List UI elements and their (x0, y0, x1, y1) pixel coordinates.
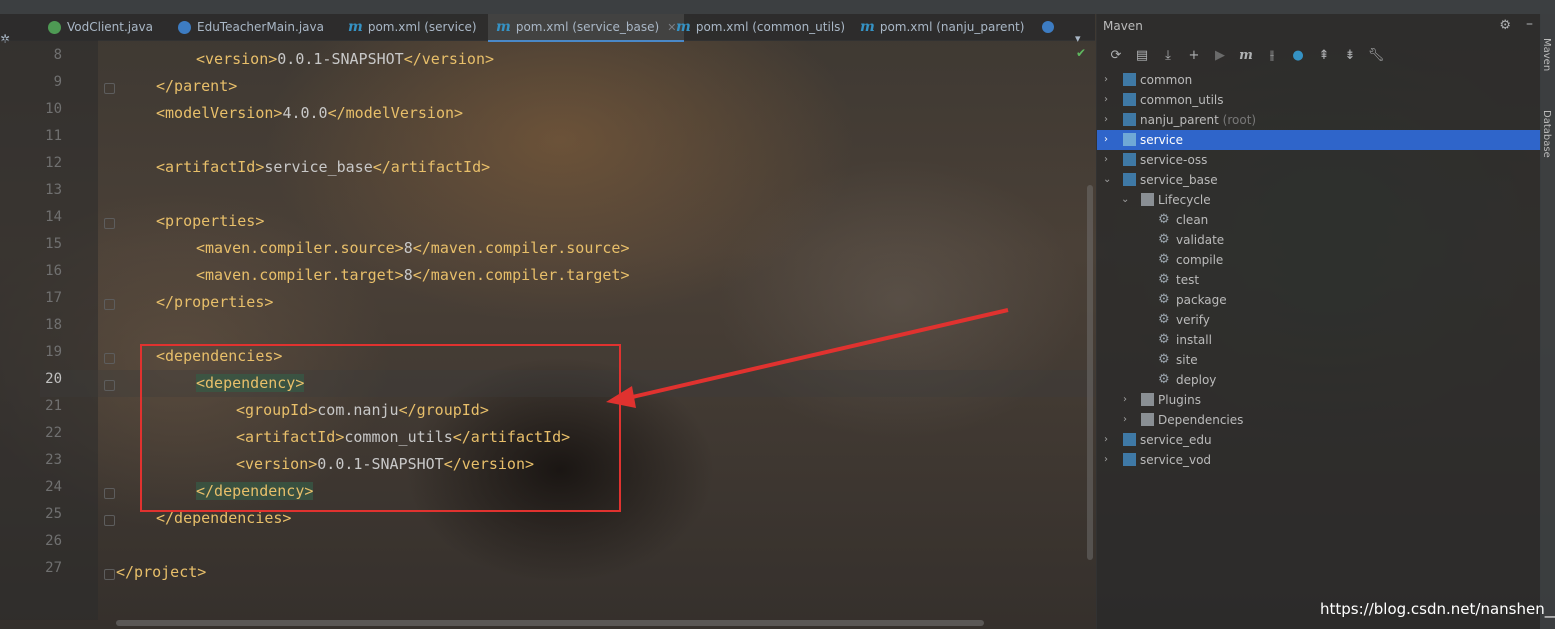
chevron-right-icon[interactable]: › (1104, 450, 1108, 470)
maven-module-icon (1123, 453, 1136, 466)
lifecycle-folder-icon (1141, 193, 1154, 206)
dependencies-folder-icon (1141, 413, 1154, 426)
tree-label: compile (1176, 253, 1224, 267)
chevron-right-icon[interactable]: › (1104, 110, 1108, 130)
tree-label: service_base (1140, 173, 1218, 187)
minimize-icon[interactable]: – (1526, 16, 1533, 32)
gear-icon: ⚙ (1158, 232, 1170, 247)
expand-all-icon[interactable]: ⇞ (1311, 44, 1337, 66)
tree-item-validate[interactable]: ⚙ validate (1097, 230, 1541, 250)
tree-label: Dependencies (1158, 413, 1244, 427)
tree-item-service-base[interactable]: ⌄ service_base (1097, 170, 1541, 190)
tree-item-compile[interactable]: ⚙ compile (1097, 250, 1541, 270)
maven-module-icon (1123, 133, 1136, 146)
maven-module-icon (1123, 73, 1136, 86)
m-icon[interactable]: m (1233, 44, 1259, 66)
chevron-down-icon[interactable]: ⌄ (1121, 190, 1129, 210)
gear-icon: ⚙ (1158, 352, 1170, 367)
tree-item-nanju-parent[interactable]: › nanju_parent (root) (1097, 110, 1541, 130)
gear-icon: ⚙ (1158, 332, 1170, 347)
tree-item-dependencies[interactable]: › Dependencies (1097, 410, 1541, 430)
chevron-right-icon[interactable]: › (1123, 390, 1127, 410)
tree-label: deploy (1176, 373, 1217, 387)
skip-tests-icon[interactable]: ● (1285, 44, 1311, 66)
tree-item-test[interactable]: ⚙ test (1097, 270, 1541, 290)
maven-module-icon (1123, 113, 1136, 126)
maven-module-icon (1123, 173, 1136, 186)
maven-module-icon (1123, 153, 1136, 166)
chevron-right-icon[interactable]: › (1104, 70, 1108, 90)
chevron-down-icon[interactable]: ⌄ (1103, 170, 1111, 190)
maven-side-tab[interactable]: Maven (1541, 38, 1552, 71)
tree-label: Lifecycle (1158, 193, 1211, 207)
maven-panel-title: Maven (1103, 19, 1143, 33)
maven-toolbar: ⟳ ▤ ⤓ + ▶ m ⫲ ● ⇞ ⇟ 🔧︎ (1103, 44, 1389, 66)
tree-item-common-utils[interactable]: › common_utils (1097, 90, 1541, 110)
gear-icon: ⚙ (1158, 292, 1170, 307)
tree-item-lifecycle[interactable]: ⌄ Lifecycle (1097, 190, 1541, 210)
chevron-right-icon[interactable]: › (1104, 90, 1108, 110)
tree-label: service_edu (1140, 433, 1212, 447)
tree-item-site[interactable]: ⚙ site (1097, 350, 1541, 370)
generate-sources-icon[interactable]: ▤ (1129, 44, 1155, 66)
tree-label: common (1140, 73, 1193, 87)
tree-label: validate (1176, 233, 1225, 247)
settings-icon[interactable]: ⚙ (1499, 18, 1511, 33)
tree-item-service-oss[interactable]: › service-oss (1097, 150, 1541, 170)
tree-item-clean[interactable]: ⚙ clean (1097, 210, 1541, 230)
chevron-right-icon[interactable]: › (1123, 410, 1127, 430)
add-icon[interactable]: + (1181, 44, 1207, 66)
tree-label: verify (1176, 313, 1210, 327)
tree-item-common[interactable]: › common (1097, 70, 1541, 90)
tree-label: install (1176, 333, 1212, 347)
wrench-icon[interactable]: 🔧︎ (1363, 44, 1389, 66)
tree-label: Plugins (1158, 393, 1201, 407)
maven-module-icon (1123, 93, 1136, 106)
tree-label: clean (1176, 213, 1209, 227)
tree-item-service[interactable]: › service (1097, 130, 1541, 150)
tree-label: common_utils (1140, 93, 1224, 107)
maven-tool-window: Maven ⚙ – ⟳ ▤ ⤓ + ▶ m ⫲ ● ⇞ ⇟ 🔧︎ › commo… (1096, 14, 1541, 629)
tree-label: package (1176, 293, 1227, 307)
maven-module-icon (1123, 433, 1136, 446)
tree-item-deploy[interactable]: ⚙ deploy (1097, 370, 1541, 390)
root-suffix: (root) (1222, 113, 1257, 127)
chevron-right-icon[interactable]: › (1104, 150, 1108, 170)
tree-label: test (1176, 273, 1200, 287)
tree-label: service (1140, 133, 1183, 147)
tree-item-plugins[interactable]: › Plugins (1097, 390, 1541, 410)
gear-icon: ⚙ (1158, 212, 1170, 227)
tree-label: nanju_parent (1140, 113, 1219, 127)
right-tool-strip: Maven Database (1540, 14, 1555, 629)
collapse-all-icon[interactable]: ⇟ (1337, 44, 1363, 66)
tree-item-service-edu[interactable]: › service_edu (1097, 430, 1541, 450)
gear-icon: ⚙ (1158, 372, 1170, 387)
toggle-offline-icon[interactable]: ⫲ (1259, 44, 1285, 66)
plugins-folder-icon (1141, 393, 1154, 406)
watermark-text: https://blog.csdn.net/nanshen__ (1320, 600, 1555, 618)
tree-item-service-vod[interactable]: › service_vod (1097, 450, 1541, 470)
tree-item-package[interactable]: ⚙ package (1097, 290, 1541, 310)
tree-item-verify[interactable]: ⚙ verify (1097, 310, 1541, 330)
chevron-right-icon[interactable]: › (1104, 430, 1108, 450)
gear-icon: ⚙ (1158, 272, 1170, 287)
run-icon[interactable]: ▶ (1207, 44, 1233, 66)
download-icon[interactable]: ⤓ (1155, 44, 1181, 66)
tree-label: site (1176, 353, 1198, 367)
tree-item-install[interactable]: ⚙ install (1097, 330, 1541, 350)
reload-icon[interactable]: ⟳ (1103, 44, 1129, 66)
tree-label: service-oss (1140, 153, 1208, 167)
gear-icon: ⚙ (1158, 252, 1170, 267)
gear-icon: ⚙ (1158, 312, 1170, 327)
tree-label: service_vod (1140, 453, 1212, 467)
database-side-tab[interactable]: Database (1541, 110, 1552, 158)
chevron-right-icon[interactable]: › (1104, 130, 1108, 150)
